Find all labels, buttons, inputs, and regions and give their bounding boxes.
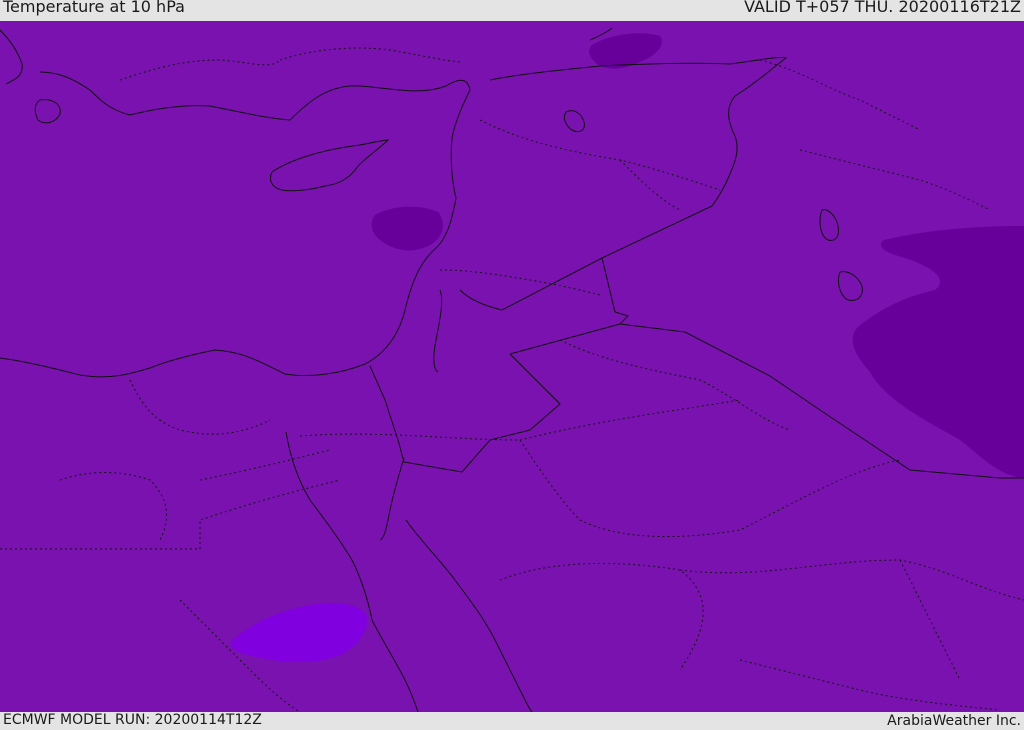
temperature-map[interactable] (0, 21, 1024, 712)
map-title: Temperature at 10 hPa (3, 0, 185, 16)
footer-bar: ECMWF MODEL RUN: 20200114T12Z ArabiaWeat… (0, 712, 1024, 729)
map-canvas (0, 21, 1024, 712)
valid-time: VALID T+057 THU. 20200116T21Z (744, 0, 1021, 16)
credit-label: ArabiaWeather Inc. (887, 713, 1021, 729)
model-run-label: ECMWF MODEL RUN: 20200114T12Z (3, 712, 262, 728)
header-bar: Temperature at 10 hPa VALID T+057 THU. 2… (0, 0, 1024, 21)
